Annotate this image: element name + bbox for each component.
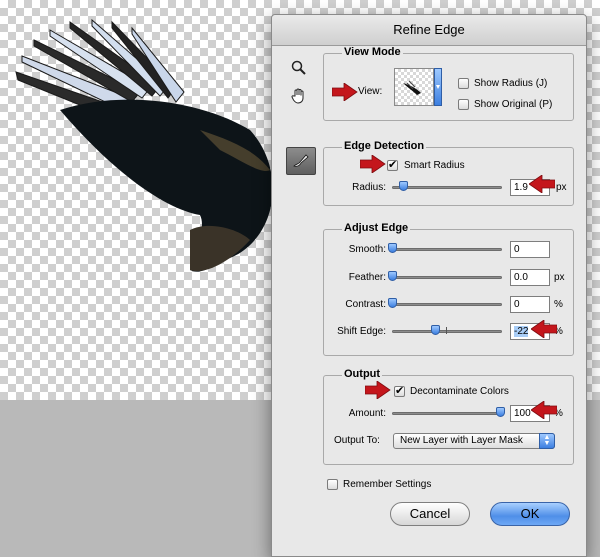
hand-icon[interactable] xyxy=(288,85,310,107)
refine-edge-dialog: Refine Edge View Mode View: Show Radius … xyxy=(271,14,587,557)
output-to-select[interactable]: New Layer with Layer Mask ▲ ▼ xyxy=(393,433,555,449)
shift-edge-slider-track[interactable] xyxy=(392,330,502,333)
radius-label: Radius: xyxy=(352,182,386,193)
radius-slider-thumb[interactable] xyxy=(399,181,408,191)
adjust-edge-title: Adjust Edge xyxy=(342,222,411,234)
feather-slider-track[interactable] xyxy=(392,276,502,279)
arrow-icon xyxy=(360,155,386,173)
feather-slider-thumb[interactable] xyxy=(388,271,397,281)
bird-image xyxy=(15,18,273,272)
feather-label: Feather: xyxy=(348,272,386,283)
smart-radius-label: Smart Radius xyxy=(404,160,465,171)
view-mode-title: View Mode xyxy=(342,46,403,58)
decontaminate-colors-checkbox[interactable] xyxy=(394,384,405,397)
shift-edge-slider-thumb[interactable] xyxy=(431,325,440,335)
view-label: View: xyxy=(358,86,383,97)
contrast-unit: % xyxy=(554,299,563,310)
output-group: Output Decontaminate Colors Amount: 100 … xyxy=(323,368,574,465)
show-original-label: Show Original (P) xyxy=(474,99,553,110)
output-title: Output xyxy=(342,368,383,380)
radius-unit: px xyxy=(556,182,567,193)
contrast-input[interactable]: 0 xyxy=(510,296,550,313)
smooth-label: Smooth: xyxy=(348,244,386,255)
arrow-icon xyxy=(531,320,557,338)
zoom-icon[interactable] xyxy=(288,57,310,79)
arrow-icon xyxy=(365,381,391,399)
show-original-checkbox[interactable] xyxy=(458,99,469,110)
dialog-title: Refine Edge xyxy=(272,15,586,46)
smart-radius-checkbox[interactable] xyxy=(387,158,398,171)
amount-slider-thumb[interactable] xyxy=(496,407,505,417)
ok-button[interactable]: OK xyxy=(490,502,570,526)
radius-slider-track[interactable] xyxy=(392,186,502,189)
amount-slider-track[interactable] xyxy=(392,412,502,415)
edge-detection-title: Edge Detection xyxy=(342,140,427,152)
smooth-slider-thumb[interactable] xyxy=(388,243,397,253)
view-mode-dropdown-arrow[interactable] xyxy=(434,68,442,106)
remember-settings-checkbox[interactable] xyxy=(327,479,338,490)
shift-edge-center-tick xyxy=(446,327,447,334)
refine-radius-brush-icon[interactable] xyxy=(286,147,316,175)
arrow-icon xyxy=(531,401,557,419)
feather-unit: px xyxy=(554,272,565,283)
shift-edge-label: Shift Edge: xyxy=(337,326,386,337)
arrow-icon xyxy=(529,175,555,193)
arrow-icon xyxy=(332,83,358,101)
smooth-slider-track[interactable] xyxy=(392,248,502,251)
chevron-updown-icon: ▲ ▼ xyxy=(539,433,555,449)
view-mode-group: View Mode View: Show Radius (J) Show Ori… xyxy=(323,46,574,121)
show-radius-label: Show Radius (J) xyxy=(474,78,548,89)
remember-settings-label: Remember Settings xyxy=(343,479,432,490)
feather-input[interactable]: 0.0 xyxy=(510,269,550,286)
output-to-label: Output To: xyxy=(334,435,380,446)
contrast-label: Contrast: xyxy=(345,299,386,310)
cancel-button[interactable]: Cancel xyxy=(390,502,470,526)
amount-label: Amount: xyxy=(348,408,386,419)
decontaminate-colors-label: Decontaminate Colors xyxy=(410,386,509,397)
contrast-slider-thumb[interactable] xyxy=(388,298,397,308)
smooth-input[interactable]: 0 xyxy=(510,241,550,258)
view-mode-thumbnail[interactable] xyxy=(394,68,434,106)
contrast-slider-track[interactable] xyxy=(392,303,502,306)
show-radius-checkbox[interactable] xyxy=(458,78,469,89)
